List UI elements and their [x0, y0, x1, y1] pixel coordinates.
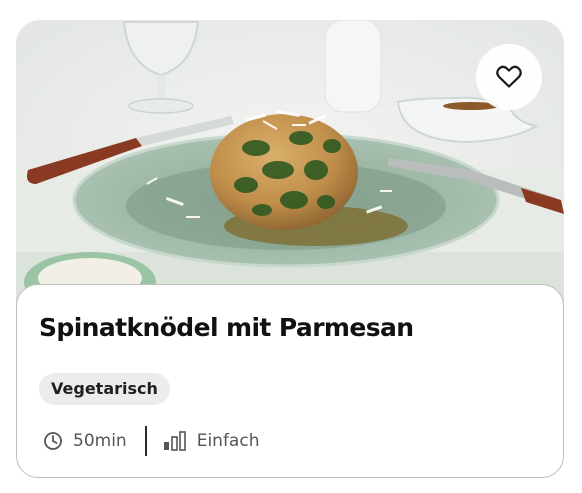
difficulty-bars-icon — [163, 431, 187, 451]
favorite-button[interactable] — [476, 44, 542, 110]
recipe-meta: 50min Einfach — [43, 425, 259, 457]
recipe-card[interactable]: Spinatknödel mit Parmesan Vegetarisch 50… — [16, 20, 564, 478]
meta-divider — [144, 426, 147, 456]
category-tag[interactable]: Vegetarisch — [39, 373, 170, 405]
heart-outline-icon — [496, 65, 522, 88]
difficulty-value: Einfach — [196, 431, 260, 451]
recipe-photo[interactable] — [16, 20, 564, 312]
recipe-title[interactable]: Spinatknödel mit Parmesan — [39, 313, 414, 342]
difficulty: Einfach — [163, 431, 260, 451]
recipe-info-panel: Spinatknödel mit Parmesan Vegetarisch 50… — [16, 284, 564, 478]
prep-time-value: 50min — [73, 431, 127, 451]
prep-time: 50min — [43, 431, 127, 451]
clock-icon — [43, 431, 63, 451]
